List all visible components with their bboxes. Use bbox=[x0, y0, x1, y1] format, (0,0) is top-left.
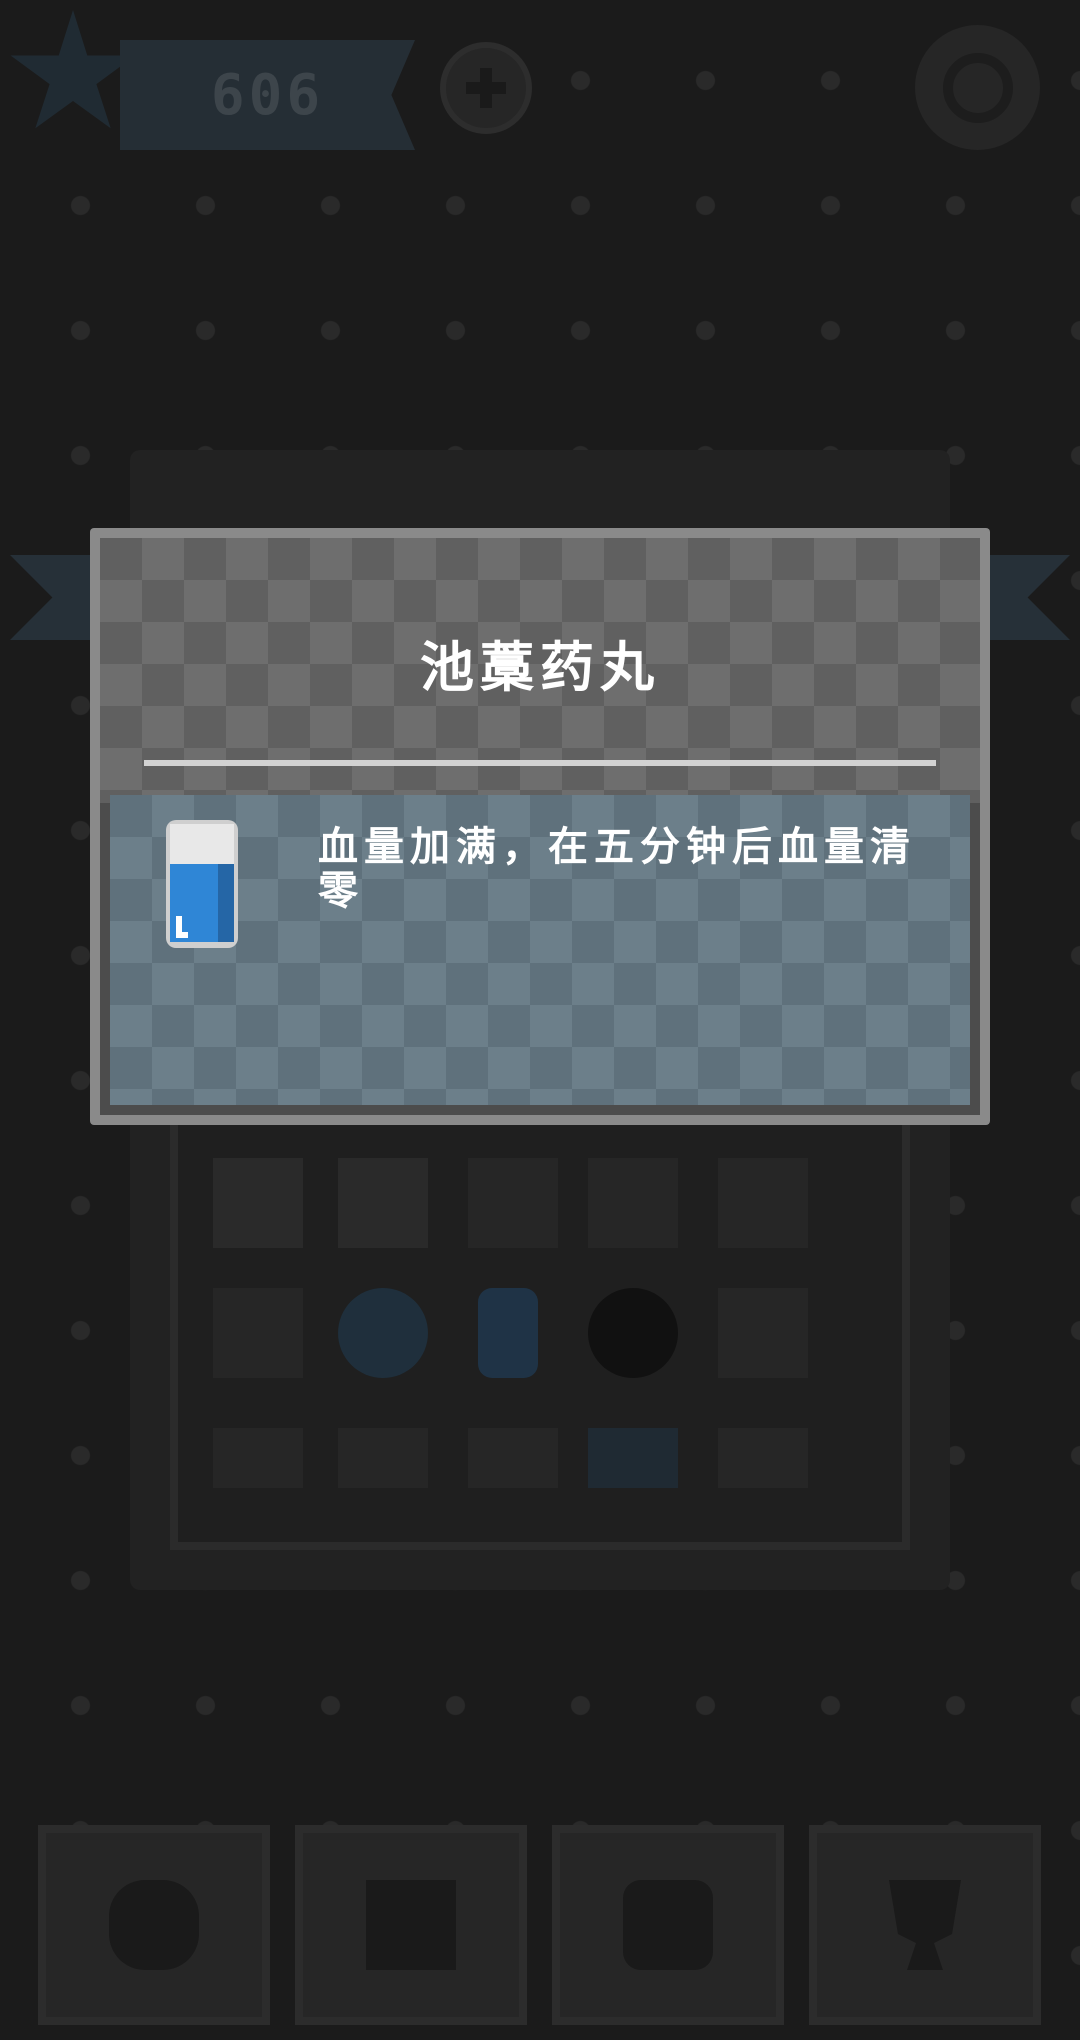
plus-icon bbox=[466, 68, 506, 108]
inventory-slot[interactable] bbox=[338, 1288, 428, 1378]
inventory-slot[interactable] bbox=[718, 1428, 808, 1488]
inventory-slot[interactable] bbox=[468, 1428, 558, 1488]
item-description: 血量加满，在五分钟后血量清零 bbox=[318, 824, 916, 914]
inventory-slot[interactable] bbox=[338, 1158, 428, 1248]
shop-icon bbox=[366, 1880, 456, 1970]
trophy-icon bbox=[889, 1880, 961, 1970]
settings-button[interactable] bbox=[915, 25, 1040, 150]
inventory-grid bbox=[170, 1090, 910, 1550]
inventory-slot[interactable] bbox=[588, 1158, 678, 1248]
dialog-header: 池藁药丸 bbox=[100, 538, 980, 803]
beetle-icon bbox=[109, 1880, 199, 1970]
header-divider bbox=[144, 760, 936, 766]
bottom-nav-beetle-button[interactable] bbox=[38, 1825, 270, 2025]
inventory-slot[interactable] bbox=[213, 1288, 303, 1378]
inventory-slot[interactable] bbox=[468, 1158, 558, 1248]
bottom-nav-shop-button[interactable] bbox=[295, 1825, 527, 2025]
inventory-slot[interactable] bbox=[588, 1428, 678, 1488]
star-icon bbox=[10, 10, 136, 129]
score-display: 606 bbox=[120, 40, 415, 150]
inventory-slot[interactable] bbox=[718, 1158, 808, 1248]
add-currency-button[interactable] bbox=[440, 42, 532, 134]
item-detail-dialog[interactable]: 池藁药丸 血量加满，在五分钟后血量清零 bbox=[90, 528, 990, 1125]
inventory-slot[interactable] bbox=[213, 1428, 303, 1488]
item-title: 池藁药丸 bbox=[420, 636, 660, 699]
inventory-slot[interactable] bbox=[338, 1428, 428, 1488]
inventory-slot[interactable] bbox=[718, 1288, 808, 1378]
inventory-slot[interactable] bbox=[213, 1158, 303, 1248]
bottom-nav-monster-button[interactable] bbox=[552, 1825, 784, 2025]
score-value: 606 bbox=[210, 62, 325, 128]
dialog-body: 血量加满，在五分钟后血量清零 bbox=[110, 795, 970, 1105]
bottom-nav-trophy-button[interactable] bbox=[809, 1825, 1041, 2025]
inventory-slot[interactable] bbox=[478, 1288, 538, 1378]
inventory-slot[interactable] bbox=[588, 1288, 678, 1378]
top-bar: 606 bbox=[0, 0, 1080, 170]
settings-icon bbox=[942, 52, 1013, 123]
dialog-frame: 池藁药丸 血量加满，在五分钟后血量清零 bbox=[100, 538, 980, 1115]
pill-icon bbox=[166, 820, 238, 948]
monster-icon bbox=[623, 1880, 713, 1970]
